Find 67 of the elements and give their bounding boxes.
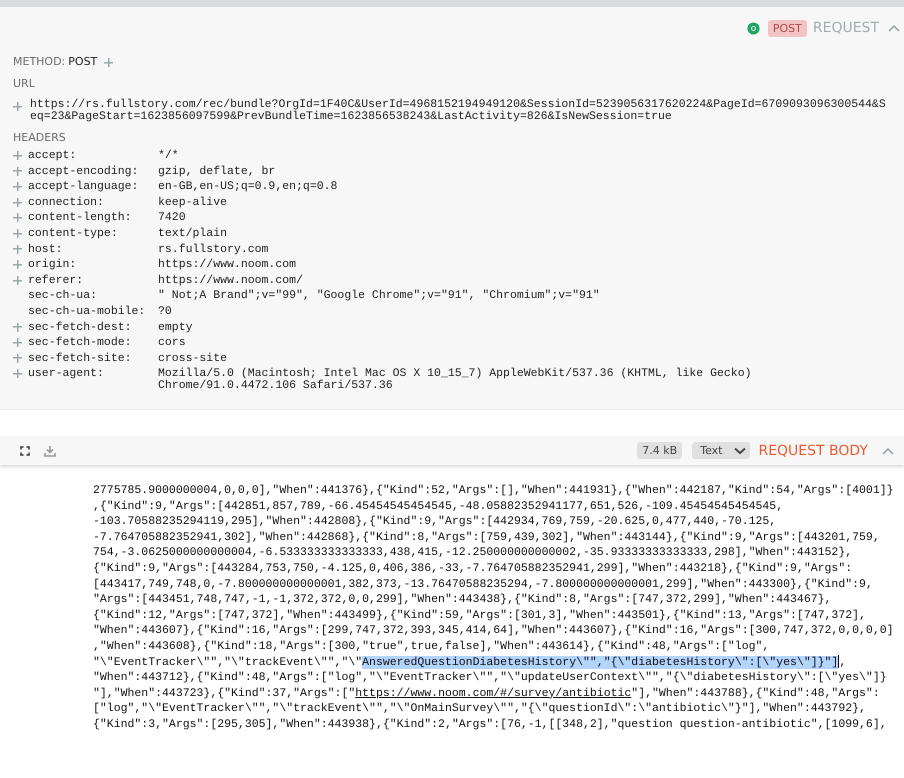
header-name: connection: bbox=[28, 194, 105, 210]
body-text: ,"When":443608},{"Kind":18,"Args":[300,"true",true,false],"When":443614},{"Kind":48,"Args":["log", bbox=[93, 640, 770, 653]
browser-icon bbox=[746, 22, 760, 34]
download-icon[interactable] bbox=[44, 444, 56, 456]
header-value: rs.fullstory.com bbox=[158, 244, 270, 256]
body-text: [443417,749,748,0,-7.800000000000001,382,373,-13.76470588235294,-7.800000000000001,299],"When":443300},{"Kind":9, bbox=[93, 578, 873, 591]
body-text: 2775785.9000000004,0,0,0],"When":441376},{"Kind":52,"Args":[],"When":441931},{"When":442187,"Kind":54,"Args":[4001]} bbox=[93, 484, 894, 497]
collapse-icon[interactable] bbox=[882, 446, 894, 454]
body-text: "],"When":443723},{"Kind":37,"Args":[" bbox=[93, 686, 356, 700]
header-name: sec-fetch-dest: bbox=[28, 320, 133, 336]
method-value: POST bbox=[68, 54, 98, 68]
header-value: Mozilla/5.0 (Macintosh; Intel Mac OS X 10_15_7) AppleWebKit/537.36 (KHTML, like Gecko) Chrome/91.0.4472.106 Safari/537.36 bbox=[158, 368, 752, 392]
header-name: referer: bbox=[28, 272, 84, 288]
header-value: gzip, deflate, br bbox=[158, 166, 276, 178]
header-value: keep-alive bbox=[158, 196, 228, 209]
header-name: accept-encoding: bbox=[28, 164, 140, 180]
header-name: origin: bbox=[28, 257, 78, 273]
header-name: accept-language: bbox=[28, 179, 140, 195]
text-cursor bbox=[838, 655, 840, 668]
header-value: text/plain bbox=[158, 228, 228, 240]
headers-label: HEADERS bbox=[13, 131, 67, 146]
link[interactable]: https://www.noom.com/#/survey/antibiotic bbox=[355, 686, 632, 700]
format-select[interactable]: Text bbox=[692, 442, 750, 459]
body-text: -103.70588235294119,295],"When":442808},{"Kind":9,"Args":[442934,769,759,-20.625,0,477,440,-70.125, bbox=[93, 515, 776, 528]
size-badge: 7.4 kB bbox=[637, 442, 682, 459]
header-name: sec-fetch-site: bbox=[28, 350, 133, 366]
url-text: https://rs.fullstory.com/rec/bundle?OrgId=1F40C&UserId=4968152194949120&SessionId=5239056317620224&PageId=6709093096300544&Seq=23&PageStart=1623856097599&PrevBundleTime=1623856538243&LastActivity=826&IsNewSession=true bbox=[30, 99, 887, 123]
header-name: user-agent: bbox=[28, 366, 105, 382]
body-text: ["log","\"EventTracker\"","\"trackEvent\"","\"OnMainSurvey\"","{\"questionId\":\"antibiotic\"}"],"When":443792}, bbox=[93, 702, 866, 716]
expand-icon[interactable] bbox=[20, 446, 30, 456]
header-value: en-GB,en-US;q=0.9,en;q=0.8 bbox=[158, 181, 338, 194]
body-text: "When":443607},{"Kind":16,"Args":[299,747,372,393,345,414,64],"When":443607},{"Kind":16,"Args":[300,747,372,0,0,0,0] bbox=[93, 624, 894, 638]
header-value: " Not;A Brand";v="99", "Google Chrome";v="91", "Chromium";v="91" bbox=[158, 290, 601, 302]
header-value: */* bbox=[158, 150, 180, 162]
header-name: sec-fetch-mode: bbox=[28, 335, 133, 351]
body-text: "Args":[443451,748,747,-1,-1,372,372,0,0,299],"When":443438},{"Kind":8,"Args":[747,372,299],"When":443467}, bbox=[93, 593, 832, 606]
body-text: ,{"Kind":9,"Args":[442851,857,789,-66.45454545454545,-48.05882352941177,651,526,-109.45454545454545, bbox=[93, 500, 784, 513]
body-text: {"Kind":9,"Args":[443284,753,750,-4.125,0,406,386,-33,-7.764705882352941,299],"When":443218},{"Kind":9,"Args": bbox=[93, 562, 852, 575]
body-text: "],"When":443788},{"Kind":48,"Args": bbox=[631, 686, 880, 700]
selected-text: AnsweredQuestionDiabetesHistory\"","{\"diabetesHistory\":[\"yes\"]}"] bbox=[362, 656, 838, 669]
header-value: cross-site bbox=[158, 352, 228, 365]
collapse-icon[interactable] bbox=[888, 24, 900, 32]
body-text: {"Kind":3,"Args":[295,305],"When":443938},{"Kind":2,"Args":[76,-1,[[348,2],"question question-antibiotic",[1099,6], bbox=[93, 718, 887, 731]
method-label: METHOD: bbox=[13, 54, 66, 68]
body-text: -7.764705882352941,302],"When":442868},{"Kind":8,"Args":[759,439,302],"When":443144},{"Kind":9,"Args":[443201,759, bbox=[93, 530, 880, 544]
header-value: ?0 bbox=[158, 306, 173, 318]
url-label: URL bbox=[13, 77, 36, 92]
chevron-icon bbox=[734, 446, 746, 454]
body-text: "\"EventTracker\"","\"trackEvent\"","\" bbox=[93, 656, 362, 669]
header-name: host: bbox=[28, 242, 64, 258]
header-value: https://www.noom.com bbox=[158, 259, 298, 272]
body-text: "When":443712},{"Kind":48,"Args":["log","\"EventTracker\"","\"updateUserContext\"","{\"diabetesHistory\":[\"yes\"]} bbox=[93, 671, 887, 684]
header-name: accept: bbox=[28, 148, 78, 164]
header-value: cors bbox=[158, 337, 187, 350]
section-title: REQUEST BODY bbox=[758, 442, 868, 458]
method-badge: POST bbox=[768, 20, 807, 36]
header-value: 7420 bbox=[158, 212, 187, 224]
body-text: , bbox=[839, 656, 846, 669]
header-name: content-length: bbox=[28, 210, 133, 226]
header-name: sec-ch-ua-mobile: bbox=[28, 304, 146, 320]
header-name: content-type: bbox=[28, 226, 119, 242]
header-name: sec-ch-ua: bbox=[28, 288, 98, 304]
header-value: https://www.noom.com/ bbox=[158, 274, 304, 287]
body-text: {"Kind":12,"Args":[747,372],"When":443499},{"Kind":59,"Args":[301,3],"When":443501},{"Kind":13,"Args":[747,372], bbox=[93, 608, 866, 622]
section-title: REQUEST bbox=[812, 20, 879, 36]
body-text: 754,-3.0625000000000004,-6.533333333333333,438,415,-12.250000000000002,-35.93333333333333,298],"When":443152}, bbox=[93, 546, 852, 560]
header-value: empty bbox=[158, 322, 194, 334]
